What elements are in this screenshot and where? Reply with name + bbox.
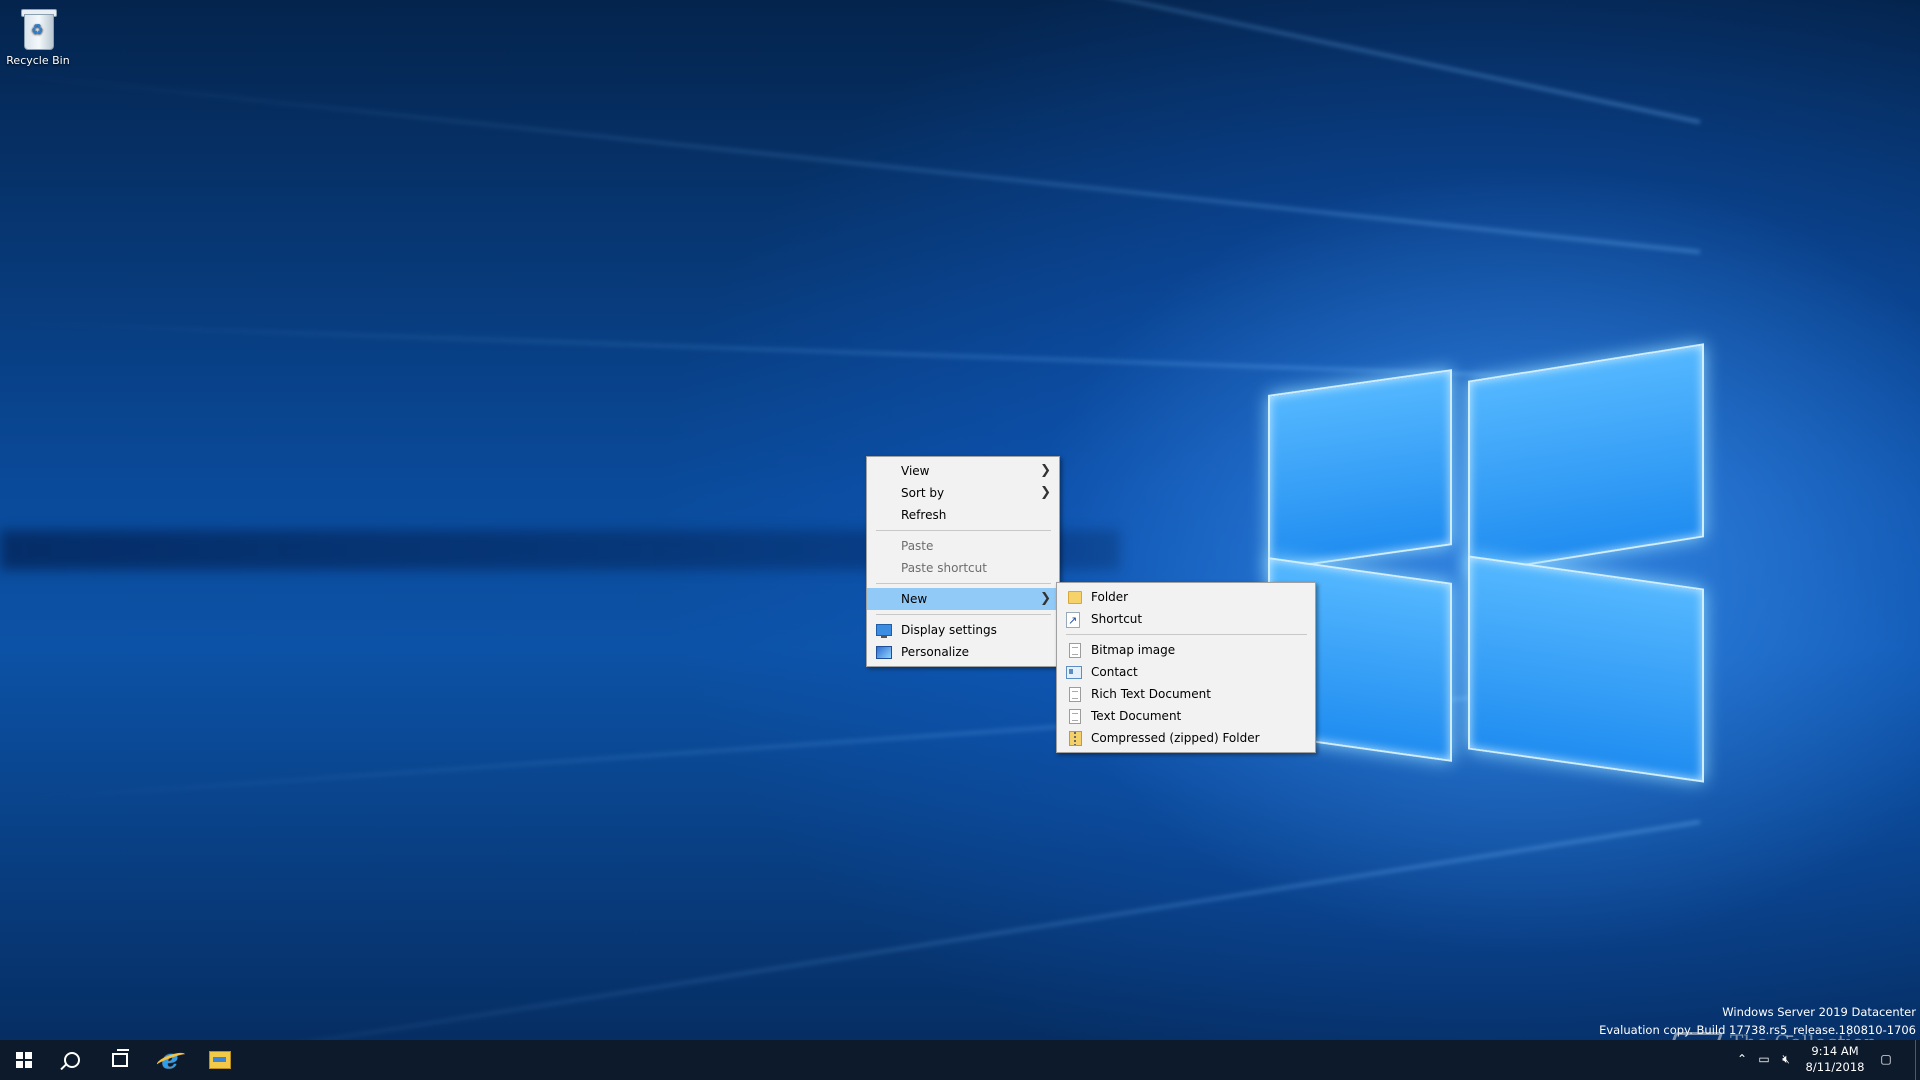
menu-item-paste[interactable]: Paste <box>867 535 1059 557</box>
watermark-edition: Windows Server 2019 Datacenter <box>1722 1005 1916 1019</box>
chevron-up-icon[interactable]: ⌃ <box>1734 1050 1750 1068</box>
menu-separator <box>876 530 1051 531</box>
menu-item-view[interactable]: View ❯ <box>867 460 1059 482</box>
chevron-right-icon: ❯ <box>1040 485 1051 500</box>
desktop-icon-label: Recycle Bin <box>6 54 70 67</box>
menu-item-refresh[interactable]: Refresh <box>867 504 1059 526</box>
menu-item-label: Paste shortcut <box>901 561 987 575</box>
menu-item-label: Sort by <box>901 486 945 500</box>
network-icon[interactable]: ▭ <box>1756 1050 1772 1068</box>
desktop-icon-recycle-bin[interactable]: ♻ Recycle Bin <box>4 6 72 67</box>
submenu-item-bitmap-image[interactable]: Bitmap image <box>1057 639 1315 661</box>
taskbar-clock[interactable]: 9:14 AM 8/11/2018 <box>1796 1043 1874 1075</box>
zip-folder-icon <box>1069 731 1082 746</box>
internet-explorer-button[interactable]: e <box>146 1040 194 1080</box>
submenu-item-text-document[interactable]: Text Document <box>1057 705 1315 727</box>
text-document-icon <box>1069 709 1081 724</box>
desktop-context-menu: View ❯ Sort by ❯ Refresh Paste Paste sho… <box>866 456 1060 667</box>
menu-item-new[interactable]: New ❯ <box>867 588 1059 610</box>
menu-item-label: Folder <box>1091 590 1129 604</box>
submenu-item-shortcut[interactable]: Shortcut <box>1057 608 1315 632</box>
menu-item-label: Display settings <box>901 623 997 637</box>
rtf-document-icon <box>1069 687 1081 702</box>
menu-separator <box>876 583 1051 584</box>
submenu-item-folder[interactable]: Folder <box>1057 586 1315 608</box>
taskbar: e ⌃ ▭ 🔇︎ 9:14 AM 8/11/2018 ▢ <box>0 1040 1920 1080</box>
bitmap-icon <box>1069 643 1081 658</box>
start-icon <box>16 1052 32 1068</box>
submenu-item-compressed-folder[interactable]: Compressed (zipped) Folder <box>1057 727 1315 749</box>
clock-date: 8/11/2018 <box>1805 1060 1865 1074</box>
search-button[interactable] <box>48 1040 96 1080</box>
menu-item-label: Personalize <box>901 645 970 659</box>
show-desktop-button[interactable] <box>1915 1040 1920 1080</box>
notification-icon[interactable]: ▢ <box>1878 1050 1894 1068</box>
display-icon <box>876 624 892 638</box>
clock-time: 9:14 AM <box>1811 1044 1859 1058</box>
menu-separator <box>1066 634 1307 635</box>
chevron-right-icon: ❯ <box>1040 463 1051 478</box>
menu-item-sort-by[interactable]: Sort by ❯ <box>867 482 1059 504</box>
contact-icon <box>1066 666 1082 679</box>
task-view-button[interactable] <box>96 1040 144 1080</box>
menu-item-label: Paste <box>901 539 934 553</box>
folder-icon <box>1068 591 1082 604</box>
menu-item-label: New <box>901 592 928 606</box>
menu-item-label: Bitmap image <box>1091 643 1176 657</box>
submenu-item-contact[interactable]: Contact <box>1057 661 1315 683</box>
shortcut-icon <box>1066 610 1080 632</box>
task-view-icon <box>112 1049 129 1067</box>
recycle-bin-icon: ♻ <box>19 6 57 50</box>
internet-explorer-icon: e <box>161 1045 179 1075</box>
new-submenu: Folder Shortcut Bitmap image Contact Ric… <box>1056 582 1316 753</box>
menu-item-label: Compressed (zipped) Folder <box>1091 731 1260 745</box>
start-button[interactable] <box>0 1040 48 1080</box>
volume-muted-icon[interactable]: 🔇︎ <box>1778 1050 1794 1068</box>
menu-item-display-settings[interactable]: Display settings <box>867 619 1059 641</box>
submenu-item-rich-text-document[interactable]: Rich Text Document <box>1057 683 1315 705</box>
menu-separator <box>876 614 1051 615</box>
file-explorer-icon <box>209 1051 231 1069</box>
menu-item-label: Text Document <box>1091 709 1182 723</box>
menu-item-paste-shortcut[interactable]: Paste shortcut <box>867 557 1059 579</box>
menu-item-label: Contact <box>1091 665 1138 679</box>
file-explorer-button[interactable] <box>196 1040 244 1080</box>
menu-item-label: View <box>901 464 930 478</box>
menu-item-label: Refresh <box>901 508 947 522</box>
search-icon <box>64 1052 80 1068</box>
personalize-icon <box>876 646 892 659</box>
menu-item-personalize[interactable]: Personalize <box>867 641 1059 663</box>
menu-item-label: Shortcut <box>1091 612 1143 626</box>
chevron-right-icon: ❯ <box>1040 591 1051 606</box>
menu-item-label: Rich Text Document <box>1091 687 1211 701</box>
